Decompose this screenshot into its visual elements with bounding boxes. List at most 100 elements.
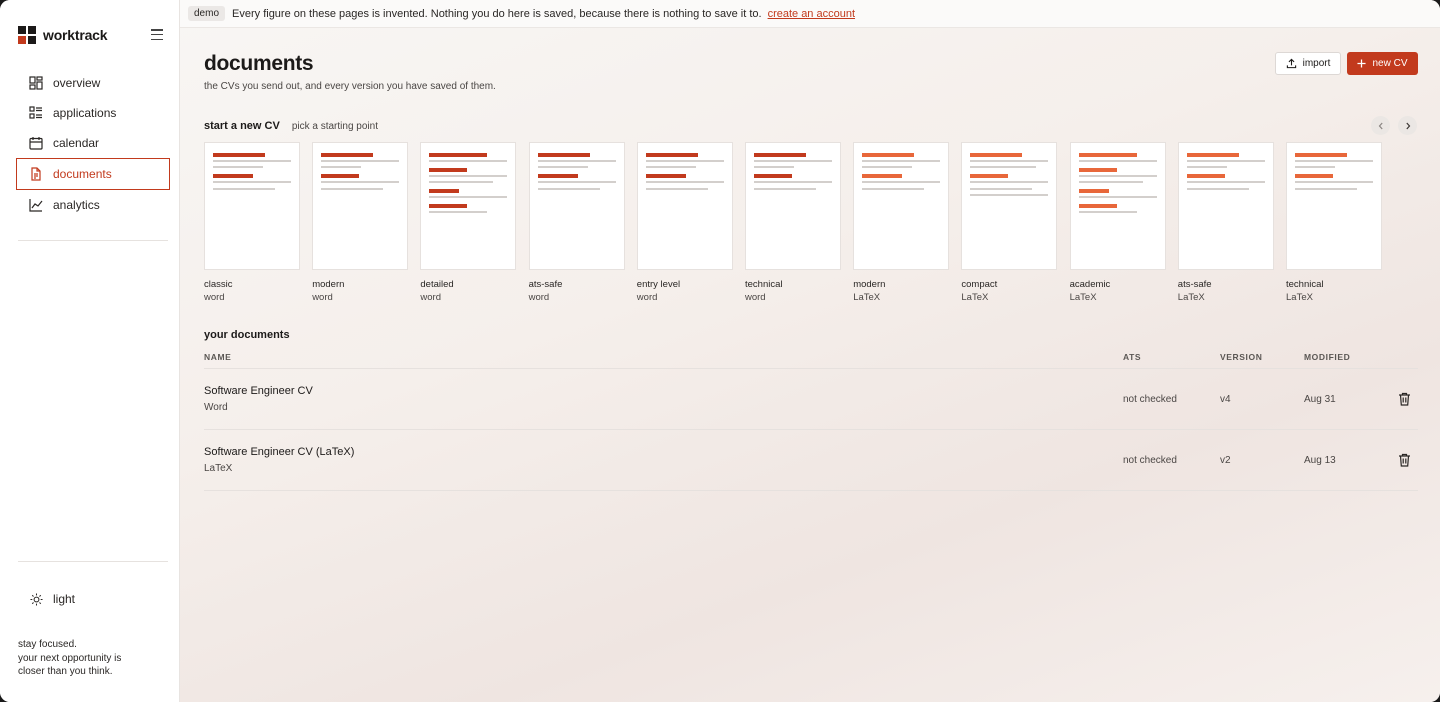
sidebar-divider — [18, 240, 168, 241]
ats-status: not checked — [1123, 394, 1177, 405]
document-name[interactable]: Software Engineer CV — [204, 385, 313, 397]
template-card[interactable]: ats-safe LaTeX — [1177, 142, 1274, 303]
template-preview — [1286, 142, 1382, 270]
template-preview — [853, 142, 950, 270]
template-card[interactable]: compact LaTeX — [961, 142, 1058, 303]
template-preview — [312, 142, 409, 270]
template-kind: word — [420, 292, 441, 303]
document-name[interactable]: Software Engineer CV (LaTeX) — [204, 446, 354, 458]
theme-toggle[interactable]: light — [30, 592, 75, 606]
document-version: v4 — [1220, 394, 1231, 405]
template-kind: LaTeX — [1069, 292, 1097, 303]
template-name: modern — [853, 279, 886, 290]
trash-icon[interactable] — [1398, 392, 1411, 406]
menu-icon[interactable] — [151, 29, 163, 40]
template-card[interactable]: modern word — [312, 142, 409, 303]
carousel-next-button[interactable] — [1398, 116, 1417, 135]
sidebar-item-label: calendar — [53, 136, 100, 150]
template-name: entry level — [636, 279, 681, 290]
templates-header: start a new CV pick a starting point — [204, 120, 378, 132]
template-kind: word — [636, 292, 658, 303]
document-kind: Word — [204, 402, 228, 413]
table-divider — [204, 490, 1418, 491]
template-card[interactable]: ats-safe word — [528, 142, 625, 303]
template-kind: LaTeX — [961, 292, 989, 303]
document-icon — [31, 167, 41, 181]
create-account-link[interactable]: create an account — [768, 8, 855, 20]
plus-icon — [1357, 59, 1367, 68]
app-name: worktrack — [43, 27, 108, 43]
table-row[interactable]: Software Engineer CV (LaTeX) LaTeX not c… — [204, 430, 1418, 490]
template-card[interactable]: classic word — [204, 142, 300, 303]
template-card[interactable]: technical LaTeX — [1286, 142, 1382, 303]
grid-icon — [29, 76, 43, 90]
sun-icon — [30, 592, 43, 606]
tagline-text: stay focused. your next opportunity is c… — [18, 639, 122, 677]
template-preview — [1177, 142, 1274, 270]
template-preview — [961, 142, 1058, 270]
template-preview — [1069, 142, 1166, 270]
app-window: worktrack overview applications calendar… — [0, 0, 1440, 702]
template-name: detailed — [420, 279, 454, 290]
carousel-prev-button[interactable] — [1371, 116, 1390, 135]
logo-icon — [18, 26, 36, 44]
new-cv-button[interactable]: new CV — [1347, 52, 1418, 75]
chevron-left-icon — [1378, 122, 1383, 129]
sidebar-item-label: overview — [53, 76, 101, 90]
template-card[interactable]: modern LaTeX — [853, 142, 950, 303]
templates-subtitle: pick a starting point — [291, 121, 378, 132]
template-name: classic — [204, 279, 233, 290]
ats-status: not checked — [1123, 455, 1177, 466]
template-preview — [528, 142, 625, 270]
template-name: modern — [312, 279, 345, 290]
sidebar-item-analytics[interactable]: analytics — [16, 190, 170, 220]
sidebar-item-label: analytics — [53, 198, 100, 212]
template-name: technical — [745, 279, 783, 290]
template-kind: LaTeX — [1177, 292, 1205, 303]
sidebar-item-overview[interactable]: overview — [16, 68, 170, 98]
template-preview — [204, 142, 300, 270]
tagline: stay focused. your next opportunity is c… — [18, 638, 158, 679]
column-header-modified: MODIFIED — [1304, 352, 1351, 362]
sidebar-item-applications[interactable]: applications — [16, 98, 170, 128]
template-kind: word — [312, 292, 333, 303]
template-kind: LaTeX — [1286, 292, 1313, 303]
demo-badge: demo — [188, 6, 226, 21]
document-kind: LaTeX — [204, 463, 233, 474]
demo-banner: demo Every figure on these pages is inve… — [180, 0, 1440, 28]
chart-icon — [29, 199, 43, 212]
template-kind: word — [745, 292, 766, 303]
document-version: v2 — [1220, 455, 1231, 466]
document-modified: Aug 13 — [1304, 455, 1336, 466]
column-header-ats: ATS — [1123, 352, 1142, 362]
list-icon — [29, 106, 42, 119]
banner-text: Every figure on these pages is invented.… — [232, 7, 762, 20]
sidebar-item-documents[interactable]: documents — [16, 158, 170, 190]
template-card[interactable]: detailed word — [420, 142, 517, 303]
templates-title: start a new CV — [204, 120, 280, 132]
sidebar-item-calendar[interactable]: calendar — [16, 128, 170, 158]
sidebar: worktrack overview applications calendar… — [0, 0, 180, 702]
import-button[interactable]: import — [1275, 52, 1341, 75]
template-preview — [745, 142, 841, 270]
column-header-name: NAME — [204, 352, 232, 362]
template-kind: word — [204, 292, 225, 303]
template-card[interactable]: academic LaTeX — [1069, 142, 1166, 303]
template-name: ats-safe — [528, 279, 563, 290]
template-card[interactable]: entry level word — [636, 142, 733, 303]
column-header-version: VERSION — [1220, 352, 1263, 362]
brand[interactable]: worktrack — [18, 26, 108, 44]
template-name: compact — [961, 279, 998, 290]
new-cv-label: new CV — [1372, 58, 1408, 69]
template-kind: word — [528, 292, 550, 303]
template-kind: LaTeX — [853, 292, 881, 303]
page-title: documents — [204, 52, 314, 75]
template-card[interactable]: technical word — [745, 142, 841, 303]
trash-icon[interactable] — [1398, 453, 1411, 467]
template-name: academic — [1069, 279, 1111, 290]
page-subtitle: the CVs you send out, and every version … — [204, 81, 496, 92]
documents-title: your documents — [204, 329, 290, 341]
template-name: ats-safe — [1177, 279, 1212, 290]
table-row[interactable]: Software Engineer CV Word not checked v4… — [204, 369, 1418, 429]
template-preview — [420, 142, 517, 270]
